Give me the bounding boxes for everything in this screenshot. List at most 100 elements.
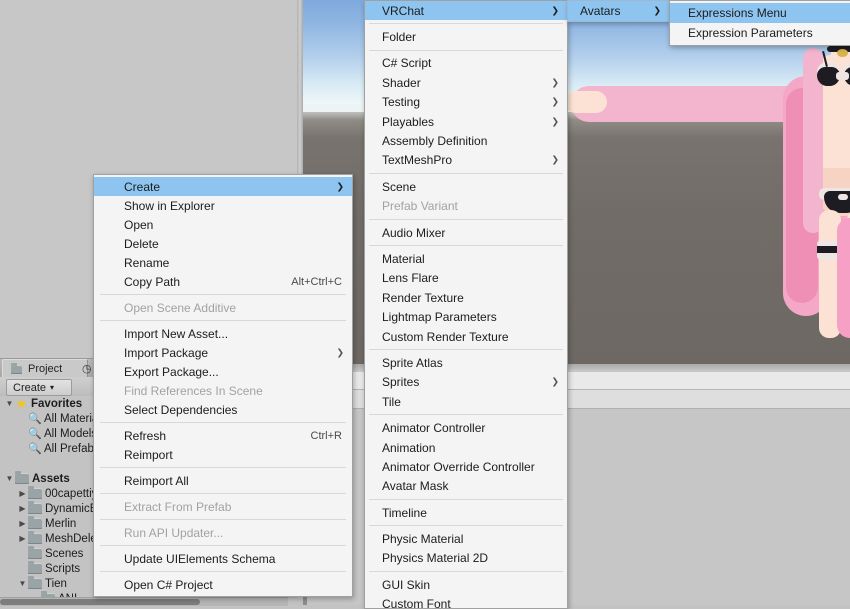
menu-item-audio-mixer[interactable]: Audio Mixer [365,223,567,242]
menu-item-label: Reimport All [124,473,189,488]
tree-item-label: DynamicB [45,502,98,515]
menu-item-copy-path[interactable]: Copy Path Alt+Ctrl+C [94,272,352,291]
menu-item-folder[interactable]: Folder [365,27,567,46]
menu-item-label: Tile [382,394,401,409]
twisty-collapsed-icon[interactable]: ▶ [17,501,28,516]
menu-item-animator-controller[interactable]: Animator Controller [365,418,567,437]
menu-item-animator-override-controller[interactable]: Animator Override Controller [365,457,567,476]
chevron-right-icon: ❯ [336,181,344,191]
star-icon: ★ [15,396,28,411]
menu-item-import-package[interactable]: Import Package ❯ [94,343,352,362]
menu-item-gui-skin[interactable]: GUI Skin [365,575,567,594]
menu-item-create[interactable]: Create ❯ [94,177,352,196]
menu-item-show-in-explorer[interactable]: Show in Explorer [94,196,352,215]
menu-item-physic-material[interactable]: Physic Material [365,529,567,548]
menu-item-update-uielements-schema[interactable]: Update UIElements Schema [94,549,352,568]
menu-separator [369,245,563,247]
folder-icon [11,362,22,374]
menu-separator [369,49,563,51]
menu-separator [100,320,346,321]
tree-item-label: All Models [44,427,98,440]
folder-icon [28,486,42,499]
menu-item-label: C# Script [382,56,432,71]
tree-item-label: All Prefabs [44,442,100,455]
menu-item-animation[interactable]: Animation [365,438,567,457]
twisty-collapsed-icon[interactable]: ▶ [17,516,28,531]
menu-item-expression-parameters[interactable]: Expression Parameters [670,23,850,43]
chevron-right-icon: ❯ [336,347,344,357]
create-submenu[interactable]: VRChat ❯ Folder C# Script Shader ❯ Testing ❯ Pla… [364,0,568,609]
menu-item-sprites[interactable]: Sprites ❯ [365,373,567,392]
twisty-expanded-icon[interactable]: ▼ [4,396,15,411]
menu-item-custom-render-texture[interactable]: Custom Render Texture [365,327,567,346]
menu-item-custom-font[interactable]: Custom Font [365,595,567,608]
asset-context-menu[interactable]: Create ❯ Show in Explorer Open Delete Rename C… [93,174,353,597]
menu-separator [100,519,346,520]
menu-item-c#-script[interactable]: C# Script [365,54,567,73]
menu-item-label: Expressions Menu [688,6,787,20]
menu-item-label: Lens Flare [382,271,439,286]
chevron-right-icon: ❯ [653,5,661,16]
tree-item-label: All Materia [44,412,99,425]
folder-icon [28,576,42,589]
menu-item-testing[interactable]: Testing ❯ [365,93,567,112]
twisty-collapsed-icon[interactable]: ▶ [17,486,28,501]
menu-item-rename[interactable]: Rename [94,253,352,272]
menu-item-avatar-mask[interactable]: Avatar Mask [365,477,567,496]
twisty-expanded-icon[interactable]: ▼ [4,471,15,486]
menu-item-vrchat[interactable]: VRChat ❯ [365,1,567,21]
menu-item-label: Update UIElements Schema [124,551,276,566]
menu-item-render-texture[interactable]: Render Texture [365,288,567,307]
project-create-button[interactable]: Create ▾ [6,379,72,396]
menu-item-textmeshpro[interactable]: TextMeshPro ❯ [365,151,567,170]
menu-item-label: Run API Updater... [124,525,224,540]
menu-item-open-c#-project[interactable]: Open C# Project [94,575,352,594]
project-hscroll-thumb[interactable] [0,599,200,605]
menu-item-label: Scene [382,179,417,194]
menu-item-material[interactable]: Material [365,249,567,268]
menu-separator [100,422,346,423]
menu-item-label: Select Dependencies [124,402,238,417]
avatar-model[interactable] [565,0,850,364]
menu-item-select-dependencies[interactable]: Select Dependencies [94,400,352,419]
menu-item-playables[interactable]: Playables ❯ [365,112,567,131]
menu-item-open[interactable]: Open [94,215,352,234]
menu-item-timeline[interactable]: Timeline [365,503,567,522]
menu-item-label: TextMeshPro [382,153,453,168]
menu-item-assembly-definition[interactable]: Assembly Definition [365,131,567,150]
menu-item-refresh[interactable]: Refresh Ctrl+R [94,426,352,445]
menu-item-physics-material-2d[interactable]: Physics Material 2D [365,549,567,568]
avatars-submenu[interactable]: Expressions Menu Expression Parameters [669,0,850,46]
menu-item-label: Open [124,217,154,232]
menu-item-import-new-asset[interactable]: Import New Asset... [94,324,352,343]
folder-icon [28,561,42,574]
avatar-choker-charm [837,49,848,57]
menu-item-shader[interactable]: Shader ❯ [365,73,567,92]
menu-item-delete[interactable]: Delete [94,234,352,253]
menu-item-label: Copy Path [124,274,181,289]
menu-item-label: Animator Controller [382,421,486,436]
menu-item-label: Testing [382,95,421,110]
folder-icon [28,501,42,514]
menu-item-tile[interactable]: Tile [365,392,567,411]
menu-item-label: GUI Skin [382,577,431,592]
twisty-expanded-icon[interactable]: ▼ [17,576,28,591]
twisty-collapsed-icon[interactable]: ▶ [17,531,28,546]
menu-item-reimport[interactable]: Reimport [94,445,352,464]
chevron-right-icon: ❯ [551,77,559,88]
menu-item-lens-flare[interactable]: Lens Flare [365,269,567,288]
menu-item-label: Prefab Variant [382,199,458,214]
vrchat-submenu[interactable]: Avatars ❯ [567,0,670,22]
menu-item-export-package[interactable]: Export Package... [94,362,352,381]
menu-item-reimport-all[interactable]: Reimport All [94,471,352,490]
menu-item-lightmap-parameters[interactable]: Lightmap Parameters [365,307,567,326]
menu-item-sprite-atlas[interactable]: Sprite Atlas [365,353,567,372]
search-icon: 🔍 [28,427,42,440]
menu-item-extract-from-prefab: Extract From Prefab [94,497,352,516]
folder-icon [15,471,29,484]
menu-item-scene[interactable]: Scene [365,177,567,196]
menu-item-avatars[interactable]: Avatars ❯ [568,1,669,21]
folder-icon [28,546,42,559]
menu-item-label: Import Package [124,345,209,360]
menu-item-expressions-menu[interactable]: Expressions Menu [670,3,850,23]
